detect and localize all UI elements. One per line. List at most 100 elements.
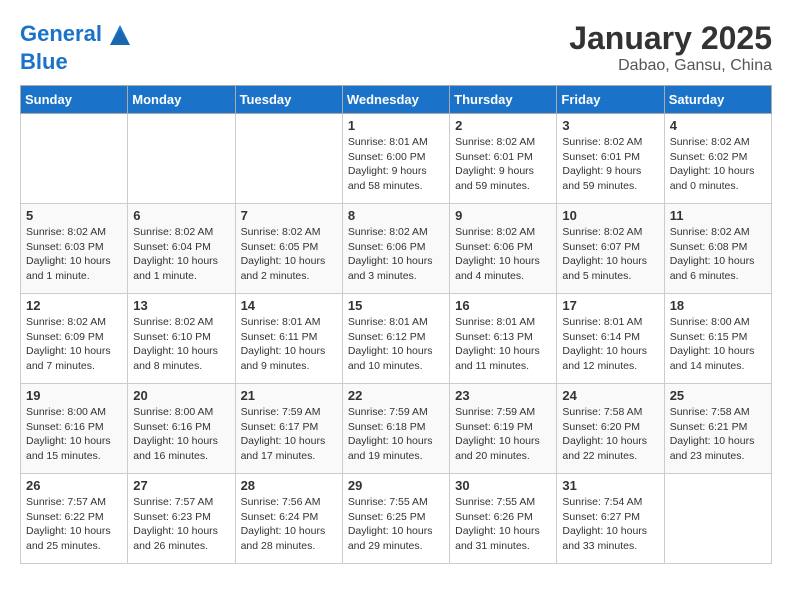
calendar-week-5: 26 Sunrise: 7:57 AM Sunset: 6:22 PM Dayli… bbox=[21, 474, 772, 564]
day-content: Sunrise: 8:00 AM Sunset: 6:15 PM Dayligh… bbox=[670, 315, 766, 374]
day-number: 21 bbox=[241, 388, 337, 403]
day-header-tuesday: Tuesday bbox=[235, 86, 342, 114]
calendar-cell: 19Sunrise: 8:00 AM Sunset: 6:16 PM Dayli… bbox=[21, 384, 128, 474]
day-content: Sunrise: 7:55 AM Sunset: 6:26 PM Dayligh… bbox=[455, 495, 551, 554]
calendar-cell: 26 Sunrise: 7:57 AM Sunset: 6:22 PM Dayli… bbox=[21, 474, 128, 564]
day-number: 1 bbox=[348, 118, 444, 133]
calendar-cell: 28Sunrise: 7:56 AM Sunset: 6:24 PM Dayli… bbox=[235, 474, 342, 564]
calendar-cell: 11 Sunrise: 8:02 AM Sunset: 6:08 PM Dayli… bbox=[664, 204, 771, 294]
day-content: Sunrise: 7:58 AM Sunset: 6:20 PM Dayligh… bbox=[562, 405, 658, 464]
day-number: 3 bbox=[562, 118, 658, 133]
day-number: 28 bbox=[241, 478, 337, 493]
calendar-cell: 21 Sunrise: 7:59 AM Sunset: 6:17 PM Dayli… bbox=[235, 384, 342, 474]
day-content: Sunrise: 7:58 AM Sunset: 6:21 PM Dayligh… bbox=[670, 405, 766, 464]
calendar-table: SundayMondayTuesdayWednesdayThursdayFrid… bbox=[20, 85, 772, 564]
day-content: Sunrise: 8:00 AM Sunset: 6:16 PM Dayligh… bbox=[133, 405, 229, 464]
day-number: 17 bbox=[562, 298, 658, 313]
day-header-monday: Monday bbox=[128, 86, 235, 114]
day-number: 18 bbox=[670, 298, 766, 313]
calendar-cell: 16 Sunrise: 8:01 AM Sunset: 6:13 PM Dayli… bbox=[450, 294, 557, 384]
calendar-cell: 3 Sunrise: 8:02 AM Sunset: 6:01 PM Daylig… bbox=[557, 114, 664, 204]
day-number: 2 bbox=[455, 118, 551, 133]
day-content: Sunrise: 7:57 AM Sunset: 6:22 PM Dayligh… bbox=[26, 495, 122, 554]
day-header-thursday: Thursday bbox=[450, 86, 557, 114]
day-content: Sunrise: 8:01 AM Sunset: 6:12 PM Dayligh… bbox=[348, 315, 444, 374]
day-content: Sunrise: 7:55 AM Sunset: 6:25 PM Dayligh… bbox=[348, 495, 444, 554]
day-number: 13 bbox=[133, 298, 229, 313]
day-header-sunday: Sunday bbox=[21, 86, 128, 114]
calendar-cell: 13Sunrise: 8:02 AM Sunset: 6:10 PM Dayli… bbox=[128, 294, 235, 384]
calendar-cell: 10Sunrise: 8:02 AM Sunset: 6:07 PM Dayli… bbox=[557, 204, 664, 294]
calendar-cell bbox=[21, 114, 128, 204]
month-title: January 2025 bbox=[569, 20, 772, 57]
day-number: 14 bbox=[241, 298, 337, 313]
calendar-cell: 6 Sunrise: 8:02 AM Sunset: 6:04 PM Daylig… bbox=[128, 204, 235, 294]
calendar-cell bbox=[664, 474, 771, 564]
day-number: 23 bbox=[455, 388, 551, 403]
calendar-week-4: 19Sunrise: 8:00 AM Sunset: 6:16 PM Dayli… bbox=[21, 384, 772, 474]
calendar-week-1: 1 Sunrise: 8:01 AM Sunset: 6:00 PM Daylig… bbox=[21, 114, 772, 204]
calendar-cell: 27Sunrise: 7:57 AM Sunset: 6:23 PM Dayli… bbox=[128, 474, 235, 564]
day-number: 8 bbox=[348, 208, 444, 223]
day-number: 11 bbox=[670, 208, 766, 223]
calendar-cell: 5Sunrise: 8:02 AM Sunset: 6:03 PM Daylig… bbox=[21, 204, 128, 294]
day-content: Sunrise: 8:02 AM Sunset: 6:01 PM Dayligh… bbox=[455, 135, 551, 194]
calendar-cell: 7 Sunrise: 8:02 AM Sunset: 6:05 PM Daylig… bbox=[235, 204, 342, 294]
day-content: Sunrise: 8:02 AM Sunset: 6:06 PM Dayligh… bbox=[348, 225, 444, 284]
calendar-cell: 30 Sunrise: 7:55 AM Sunset: 6:26 PM Dayli… bbox=[450, 474, 557, 564]
calendar-cell bbox=[128, 114, 235, 204]
day-content: Sunrise: 8:02 AM Sunset: 6:02 PM Dayligh… bbox=[670, 135, 766, 194]
day-content: Sunrise: 8:02 AM Sunset: 6:09 PM Dayligh… bbox=[26, 315, 122, 374]
day-number: 6 bbox=[133, 208, 229, 223]
day-number: 4 bbox=[670, 118, 766, 133]
logo: General Blue bbox=[20, 20, 135, 74]
day-content: Sunrise: 7:59 AM Sunset: 6:18 PM Dayligh… bbox=[348, 405, 444, 464]
day-number: 31 bbox=[562, 478, 658, 493]
location-subtitle: Dabao, Gansu, China bbox=[569, 57, 772, 75]
calendar-cell: 8 Sunrise: 8:02 AM Sunset: 6:06 PM Daylig… bbox=[342, 204, 449, 294]
day-header-row: SundayMondayTuesdayWednesdayThursdayFrid… bbox=[21, 86, 772, 114]
logo-text: General Blue bbox=[20, 20, 135, 74]
calendar-cell: 31 Sunrise: 7:54 AM Sunset: 6:27 PM Dayli… bbox=[557, 474, 664, 564]
calendar-cell: 9Sunrise: 8:02 AM Sunset: 6:06 PM Daylig… bbox=[450, 204, 557, 294]
day-number: 15 bbox=[348, 298, 444, 313]
calendar-cell: 20 Sunrise: 8:00 AM Sunset: 6:16 PM Dayli… bbox=[128, 384, 235, 474]
logo-line2: Blue bbox=[20, 49, 68, 74]
day-number: 12 bbox=[26, 298, 122, 313]
calendar-week-3: 12 Sunrise: 8:02 AM Sunset: 6:09 PM Dayli… bbox=[21, 294, 772, 384]
day-number: 20 bbox=[133, 388, 229, 403]
calendar-cell: 2 Sunrise: 8:02 AM Sunset: 6:01 PM Daylig… bbox=[450, 114, 557, 204]
day-content: Sunrise: 7:54 AM Sunset: 6:27 PM Dayligh… bbox=[562, 495, 658, 554]
title-block: January 2025 Dabao, Gansu, China bbox=[569, 20, 772, 75]
day-number: 30 bbox=[455, 478, 551, 493]
day-content: Sunrise: 8:02 AM Sunset: 6:05 PM Dayligh… bbox=[241, 225, 337, 284]
calendar-cell: 24 Sunrise: 7:58 AM Sunset: 6:20 PM Dayli… bbox=[557, 384, 664, 474]
day-number: 7 bbox=[241, 208, 337, 223]
day-number: 26 bbox=[26, 478, 122, 493]
day-content: Sunrise: 8:02 AM Sunset: 6:01 PM Dayligh… bbox=[562, 135, 658, 194]
page-header: General Blue January 2025 Dabao, Gansu, … bbox=[20, 20, 772, 75]
calendar-header: SundayMondayTuesdayWednesdayThursdayFrid… bbox=[21, 86, 772, 114]
calendar-cell: 23Sunrise: 7:59 AM Sunset: 6:19 PM Dayli… bbox=[450, 384, 557, 474]
day-number: 22 bbox=[348, 388, 444, 403]
calendar-cell: 17 Sunrise: 8:01 AM Sunset: 6:14 PM Dayli… bbox=[557, 294, 664, 384]
day-content: Sunrise: 7:59 AM Sunset: 6:17 PM Dayligh… bbox=[241, 405, 337, 464]
day-content: Sunrise: 8:02 AM Sunset: 6:08 PM Dayligh… bbox=[670, 225, 766, 284]
day-number: 24 bbox=[562, 388, 658, 403]
logo-icon bbox=[105, 20, 135, 50]
calendar-cell: 15 Sunrise: 8:01 AM Sunset: 6:12 PM Dayli… bbox=[342, 294, 449, 384]
day-number: 9 bbox=[455, 208, 551, 223]
calendar-cell bbox=[235, 114, 342, 204]
day-content: Sunrise: 8:01 AM Sunset: 6:11 PM Dayligh… bbox=[241, 315, 337, 374]
day-number: 27 bbox=[133, 478, 229, 493]
day-number: 25 bbox=[670, 388, 766, 403]
day-content: Sunrise: 8:01 AM Sunset: 6:00 PM Dayligh… bbox=[348, 135, 444, 194]
day-content: Sunrise: 8:02 AM Sunset: 6:04 PM Dayligh… bbox=[133, 225, 229, 284]
day-content: Sunrise: 8:01 AM Sunset: 6:14 PM Dayligh… bbox=[562, 315, 658, 374]
calendar-cell: 14 Sunrise: 8:01 AM Sunset: 6:11 PM Dayli… bbox=[235, 294, 342, 384]
calendar-cell: 22 Sunrise: 7:59 AM Sunset: 6:18 PM Dayli… bbox=[342, 384, 449, 474]
day-content: Sunrise: 8:01 AM Sunset: 6:13 PM Dayligh… bbox=[455, 315, 551, 374]
logo-line1: General bbox=[20, 21, 102, 46]
day-number: 16 bbox=[455, 298, 551, 313]
calendar-cell: 25 Sunrise: 7:58 AM Sunset: 6:21 PM Dayli… bbox=[664, 384, 771, 474]
